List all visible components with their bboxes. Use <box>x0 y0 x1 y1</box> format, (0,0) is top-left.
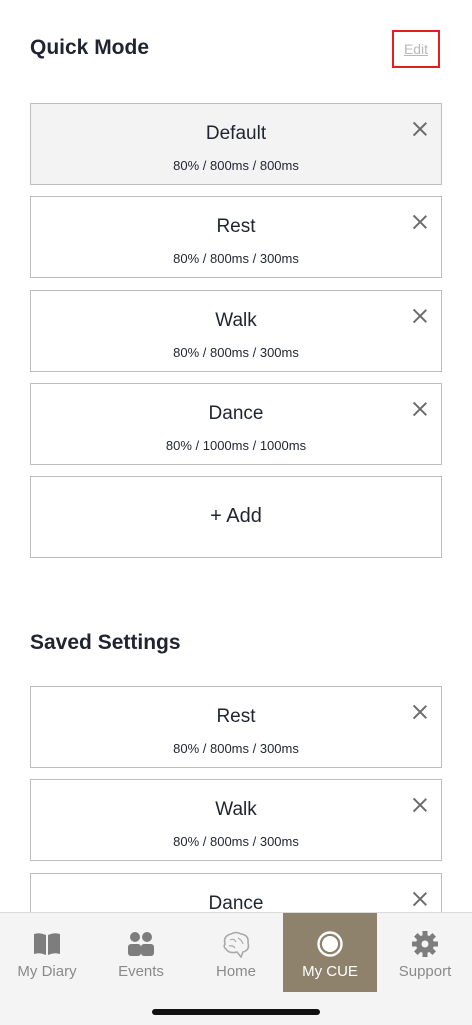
item-name: Walk <box>215 310 257 331</box>
settings-scroll-area[interactable]: Quick Mode Edit Default 80% / 800ms / 80… <box>0 0 472 912</box>
brain-icon <box>223 931 250 958</box>
item-params: 80% / 800ms / 300ms <box>173 251 299 266</box>
item-name: Dance <box>208 403 264 424</box>
saved-setting-item-dance[interactable]: Dance <box>30 873 442 912</box>
edit-highlight-box: Edit <box>392 30 440 68</box>
add-label: + Add <box>210 505 262 527</box>
people-icon <box>128 932 154 956</box>
item-name: Dance <box>208 893 264 912</box>
book-icon <box>34 933 60 955</box>
tab-label: Events <box>118 963 164 980</box>
close-icon[interactable] <box>413 122 427 136</box>
quick-mode-item-default[interactable]: Default 80% / 800ms / 800ms <box>30 103 442 185</box>
tab-my-diary[interactable]: My Diary <box>0 913 94 992</box>
tab-label: My CUE <box>302 963 358 980</box>
item-params: 80% / 800ms / 300ms <box>173 834 299 849</box>
tab-events[interactable]: Events <box>94 913 188 992</box>
close-icon[interactable] <box>413 215 427 229</box>
item-params: 80% / 800ms / 300ms <box>173 345 299 360</box>
tab-home[interactable]: Home <box>189 913 283 992</box>
add-quick-mode-button[interactable]: + Add <box>30 476 442 558</box>
close-icon[interactable] <box>413 892 427 906</box>
saved-setting-item-rest[interactable]: Rest 80% / 800ms / 300ms <box>30 686 442 768</box>
home-indicator <box>152 1009 320 1015</box>
close-icon[interactable] <box>413 309 427 323</box>
item-name: Default <box>205 123 267 144</box>
quick-mode-item-rest[interactable]: Rest 80% / 800ms / 300ms <box>30 196 442 278</box>
close-icon[interactable] <box>413 705 427 719</box>
quick-mode-item-walk[interactable]: Walk 80% / 800ms / 300ms <box>30 290 442 372</box>
saved-settings-title: Saved Settings <box>30 631 181 654</box>
item-name: Walk <box>215 799 257 820</box>
item-name: Rest <box>216 706 256 727</box>
saved-setting-item-walk[interactable]: Walk 80% / 800ms / 300ms <box>30 779 442 861</box>
ring-icon <box>317 931 343 957</box>
quick-mode-title: Quick Mode <box>30 36 150 59</box>
item-params: 80% / 800ms / 300ms <box>173 741 299 756</box>
item-params: 80% / 800ms / 800ms <box>173 158 299 173</box>
tab-support[interactable]: Support <box>378 913 472 992</box>
tab-my-cue[interactable]: My CUE <box>283 913 377 992</box>
tab-label: Support <box>398 963 452 980</box>
item-name: Rest <box>216 216 256 237</box>
close-icon[interactable] <box>413 402 427 416</box>
item-params: 80% / 1000ms / 1000ms <box>165 438 307 453</box>
tab-label: My Diary <box>17 963 77 980</box>
quick-mode-item-dance[interactable]: Dance 80% / 1000ms / 1000ms <box>30 383 442 465</box>
gear-icon <box>412 931 438 957</box>
close-icon[interactable] <box>413 798 427 812</box>
edit-link[interactable]: Edit <box>404 41 428 57</box>
tab-label: Home <box>215 963 256 980</box>
